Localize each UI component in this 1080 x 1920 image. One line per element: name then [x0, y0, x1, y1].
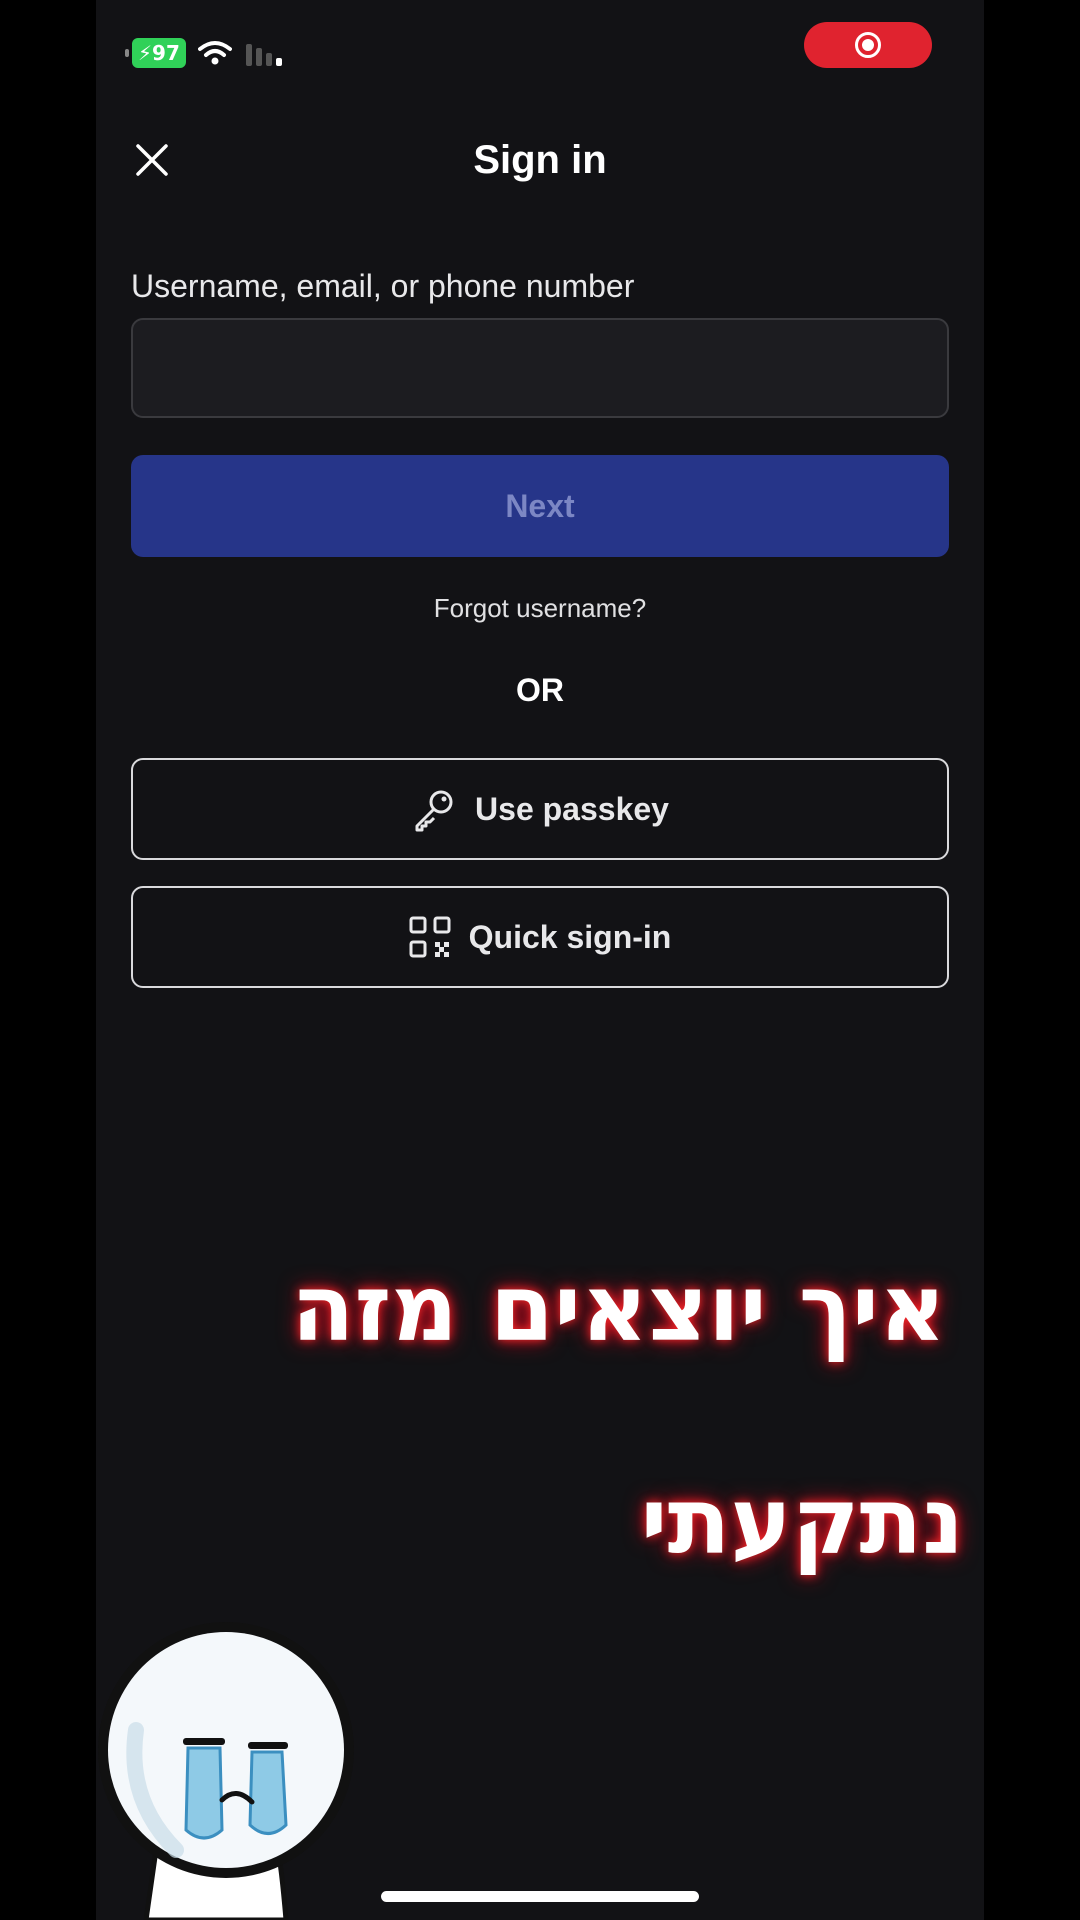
qr-code-icon — [409, 916, 451, 958]
forgot-username-link[interactable]: Forgot username? — [96, 593, 984, 624]
home-indicator[interactable] — [381, 1891, 699, 1902]
next-button[interactable]: Next — [131, 455, 949, 557]
battery-level: 97 — [152, 41, 180, 65]
use-passkey-button[interactable]: Use passkey — [131, 758, 949, 860]
crying-character-sticker — [98, 1622, 354, 1920]
status-bar: ⚡97 — [125, 38, 284, 68]
passkey-label: Use passkey — [475, 790, 669, 827]
or-divider: OR — [516, 672, 564, 708]
signal-icon — [245, 44, 282, 66]
username-input[interactable] — [131, 318, 949, 418]
key-icon — [415, 790, 453, 832]
battery-indicator: ⚡97 — [125, 38, 186, 68]
screen-record-button[interactable] — [804, 22, 932, 68]
wifi-icon — [197, 41, 232, 65]
quick-sign-in-button[interactable]: Quick sign-in — [131, 886, 949, 988]
sign-in-screen: ⚡97 Sign in Username, email, or phone nu… — [96, 0, 984, 1920]
quick-sign-in-label: Quick sign-in — [468, 918, 672, 955]
record-icon — [855, 32, 881, 58]
overlay-caption-line1: איך יוצאים מזה — [291, 1255, 946, 1362]
overlay-caption-line2: נתקעתי — [640, 1468, 964, 1575]
page-title: Sign in — [473, 138, 607, 182]
username-label: Username, email, or phone number — [131, 268, 635, 304]
